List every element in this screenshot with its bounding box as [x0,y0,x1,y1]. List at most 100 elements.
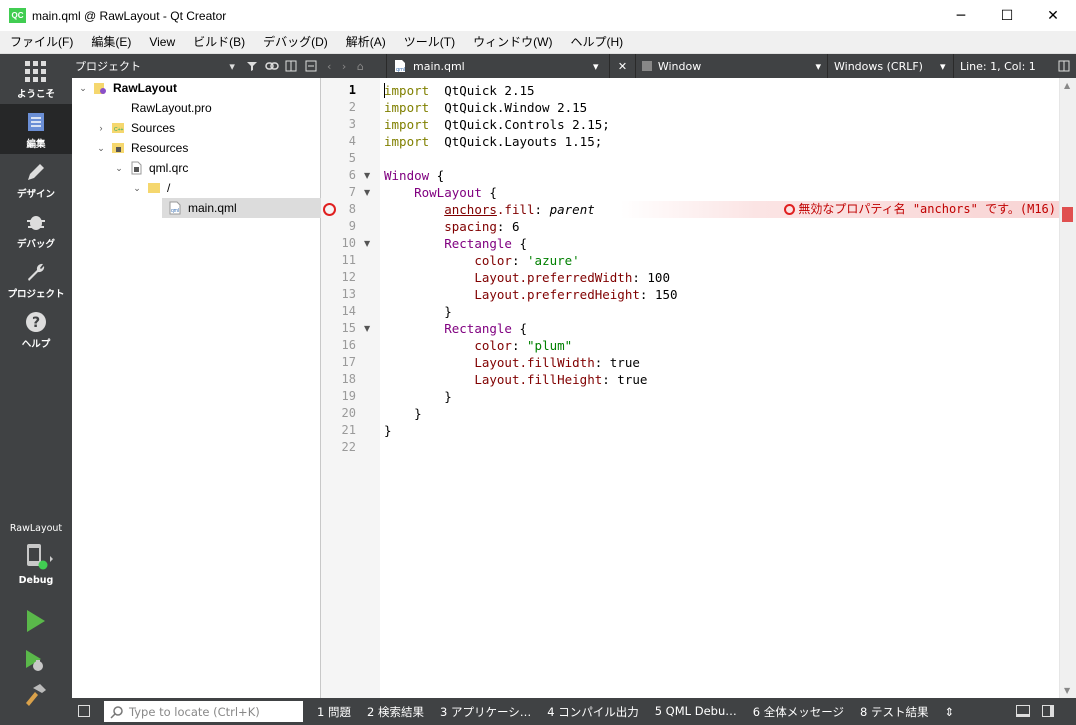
debug-run-icon [26,650,43,671]
output-pane-tab[interactable]: 4 コンパイル出力 [539,704,646,720]
menu-item[interactable]: ビルド(B) [183,31,253,54]
close-document-button[interactable]: ✕ [610,54,636,78]
open-documents-selector[interactable]: qml main.qml ▾ [387,54,610,78]
scroll-down-icon[interactable]: ▼ [1064,686,1070,695]
build-button[interactable] [22,682,50,711]
chevron-down-icon[interactable]: ⌄ [131,183,143,194]
code-line: spacing: 6 [444,219,520,234]
mode-5[interactable]: ? ヘルプ [0,304,72,354]
cursor-position[interactable]: Line: 1, Col: 1 [954,54,1052,78]
locator-input[interactable]: Type to locate (Ctrl+K) [104,701,303,722]
error-message: 無効なプロパティ名 "anchors" です。(M16) [798,202,1056,216]
chevron-down-icon[interactable]: ⌄ [77,83,89,94]
output-pane-tab[interactable]: 5 QML Debu… [647,704,745,720]
minimize-button[interactable]: ─ [938,0,984,31]
chevron-down-icon[interactable]: ⌄ [113,163,125,174]
wrench-icon [25,259,47,285]
split-icon[interactable] [282,54,302,78]
svg-text:qml: qml [171,208,179,214]
help-icon: ? [25,309,47,335]
tree-item[interactable]: ⌄ RawLayout [77,78,321,98]
menu-item[interactable]: デバッグ(D) [253,31,336,54]
code-line: } [384,389,452,404]
forward-icon[interactable]: › [342,60,346,73]
line-ending-selector[interactable]: Windows (CRLF) ▾ [828,54,954,78]
output-pane-tab[interactable]: 8 テスト結果 [852,704,936,720]
output-pane-tab[interactable]: 1 問題 [309,704,359,720]
fold-marker-icon[interactable]: ▼ [364,324,370,333]
code-line: import QtQuick.Controls 2.15; [384,117,610,132]
run-button[interactable] [22,608,50,637]
tree-item[interactable]: › C++ Sources [95,118,321,138]
menu-item[interactable]: ツール(T) [394,31,463,54]
mode-4[interactable]: プロジェクト [0,254,72,304]
symbol-selector[interactable]: Window ▾ [636,54,828,78]
mode-0[interactable]: ようこそ [0,54,72,104]
code-line: Layout.preferredHeight: 150 [474,287,678,302]
menu-item[interactable]: 編集(E) [81,31,139,54]
line-number: 11 [341,253,356,267]
mode-3[interactable]: デバッグ [0,204,72,254]
line-number: 22 [341,440,356,454]
line-number: 16 [341,338,356,352]
code-line: color: "plum" [474,338,573,353]
maximize-button[interactable]: ☐ [984,0,1030,31]
chevron-down-icon[interactable]: ⌄ [95,143,107,154]
fold-marker-icon[interactable]: ▼ [364,171,370,180]
project-view-selector[interactable]: プロジェクト [75,58,222,74]
tree-item[interactable]: ⌄ / [131,178,321,198]
split-editor-icon[interactable] [1052,54,1076,78]
line-number: 14 [341,304,356,318]
debug-run-button[interactable] [22,648,50,677]
code-text[interactable]: import QtQuick 2.15 import QtQuick.Window… [384,82,678,456]
error-marker-icon[interactable] [323,203,336,216]
mode-1[interactable]: 編集 [0,104,72,154]
close-panel-icon[interactable] [301,54,321,78]
back-icon[interactable]: ‹ [327,60,331,73]
more-panes-icon[interactable]: ⇕ [936,705,962,719]
toggle-right-sidebar-icon[interactable] [1042,705,1054,717]
tree-item[interactable]: RawLayout.pro [95,98,321,118]
tree-item[interactable]: qml main.qml [162,198,321,218]
error-scroll-marker [1062,207,1073,222]
device-icon [27,544,53,570]
toggle-sidebar-icon[interactable] [78,705,90,717]
menu-item[interactable]: ヘルプ(H) [560,31,631,54]
qrc-file-icon [129,161,143,175]
output-pane-tab[interactable]: 6 全体メッセージ [745,704,852,720]
menu-item[interactable]: ウィンドウ(W) [463,31,560,54]
code-line: Window { [384,168,445,183]
sources-folder-icon: C++ [111,121,125,135]
close-button[interactable]: ✕ [1030,0,1076,31]
kit-config-label: Debug [18,575,54,586]
fold-marker-icon[interactable]: ▼ [364,239,370,248]
output-pane-icon[interactable] [1016,705,1030,717]
menu-item[interactable]: View [139,31,183,54]
kit-selector[interactable] [0,541,72,577]
tree-item[interactable]: ⌄ qml.qrc [113,158,321,178]
mode-2[interactable]: デザイン [0,154,72,204]
scroll-up-icon[interactable]: ▲ [1064,81,1070,90]
output-pane-tab[interactable]: 3 アプリケーシ… [432,704,539,720]
navigation-arrows: ‹ › ⌂ [321,54,387,78]
chevron-right-icon[interactable]: › [95,123,107,133]
fold-marker-icon[interactable]: ▼ [364,188,370,197]
chevron-down-icon[interactable]: ▾ [222,54,242,78]
bug-icon [25,209,47,235]
link-icon[interactable] [262,54,282,78]
output-pane-tab[interactable]: 2 検索結果 [359,704,432,720]
line-number: 4 [348,134,356,148]
line-number: 3 [348,117,356,131]
line-number: 20 [341,406,356,420]
code-editor[interactable]: 1 2 3 4 5 6 ▼ 7 ▼ 8 9 10 ▼ 11 12 13 14 15 ▼ 16 17 18 19 20 21 22 … [321,78,1076,698]
vertical-scrollbar[interactable]: ▲ ▼ [1059,78,1076,698]
code-line: } [384,423,392,438]
line-number: 6 [348,168,356,182]
current-symbol: Window [657,59,702,73]
tree-item[interactable]: ⌄ Resources [95,138,321,158]
menu-item[interactable]: 解析(A) [336,31,394,54]
search-icon [110,705,123,719]
menu-item[interactable]: ファイル(F) [0,31,81,54]
filter-icon[interactable] [242,54,262,78]
